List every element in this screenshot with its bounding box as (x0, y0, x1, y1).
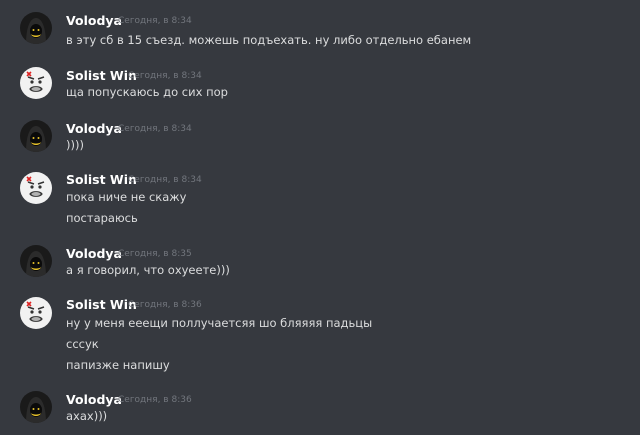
message-text: ща попускаюсь до сих пор (66, 85, 228, 99)
dark-hooded-figure-icon (20, 120, 52, 152)
avatar[interactable] (20, 120, 52, 152)
author-name[interactable]: Volodya (66, 392, 122, 407)
author-name[interactable]: Volodya (66, 121, 122, 136)
rage-face-icon (20, 172, 52, 204)
dark-hooded-figure-icon (20, 245, 52, 277)
message-text: ахах))) (66, 409, 108, 423)
avatar[interactable] (20, 172, 52, 204)
author-name[interactable]: Solist Win (66, 172, 137, 187)
rage-face-icon (20, 297, 52, 329)
author-name[interactable]: Volodya (66, 246, 122, 261)
timestamp: Сегодня, в 8:36 (128, 300, 202, 310)
timestamp: Сегодня, в 8:36 (118, 395, 192, 405)
message-text: постараюсь (66, 211, 138, 225)
author-name[interactable]: Solist Win (66, 68, 137, 83)
message-text: а я говорил, что охуеете))) (66, 263, 230, 277)
avatar[interactable] (20, 67, 52, 99)
message-text: сссук (66, 337, 99, 351)
avatar[interactable] (20, 297, 52, 329)
timestamp: Сегодня, в 8:34 (128, 175, 202, 185)
dark-hooded-figure-icon (20, 12, 52, 44)
avatar[interactable] (20, 245, 52, 277)
message-text: пока ниче не скажу (66, 190, 187, 204)
author-name[interactable]: Volodya (66, 13, 122, 28)
avatar[interactable] (20, 391, 52, 423)
message-text: в эту сб в 15 съезд. можешь подъехать. н… (66, 33, 472, 47)
author-name[interactable]: Solist Win (66, 297, 137, 312)
timestamp: Сегодня, в 8:34 (118, 124, 192, 134)
message-text: папизже напишу (66, 358, 170, 372)
message-text: ну у меня ееещи поллучаетсяя шо бляяяя п… (66, 316, 373, 330)
timestamp: Сегодня, в 8:34 (118, 16, 192, 26)
message-text: )))) (66, 138, 84, 152)
timestamp: Сегодня, в 8:34 (128, 71, 202, 81)
rage-face-icon (20, 67, 52, 99)
timestamp: Сегодня, в 8:35 (118, 249, 192, 259)
avatar[interactable] (20, 12, 52, 44)
dark-hooded-figure-icon (20, 391, 52, 423)
